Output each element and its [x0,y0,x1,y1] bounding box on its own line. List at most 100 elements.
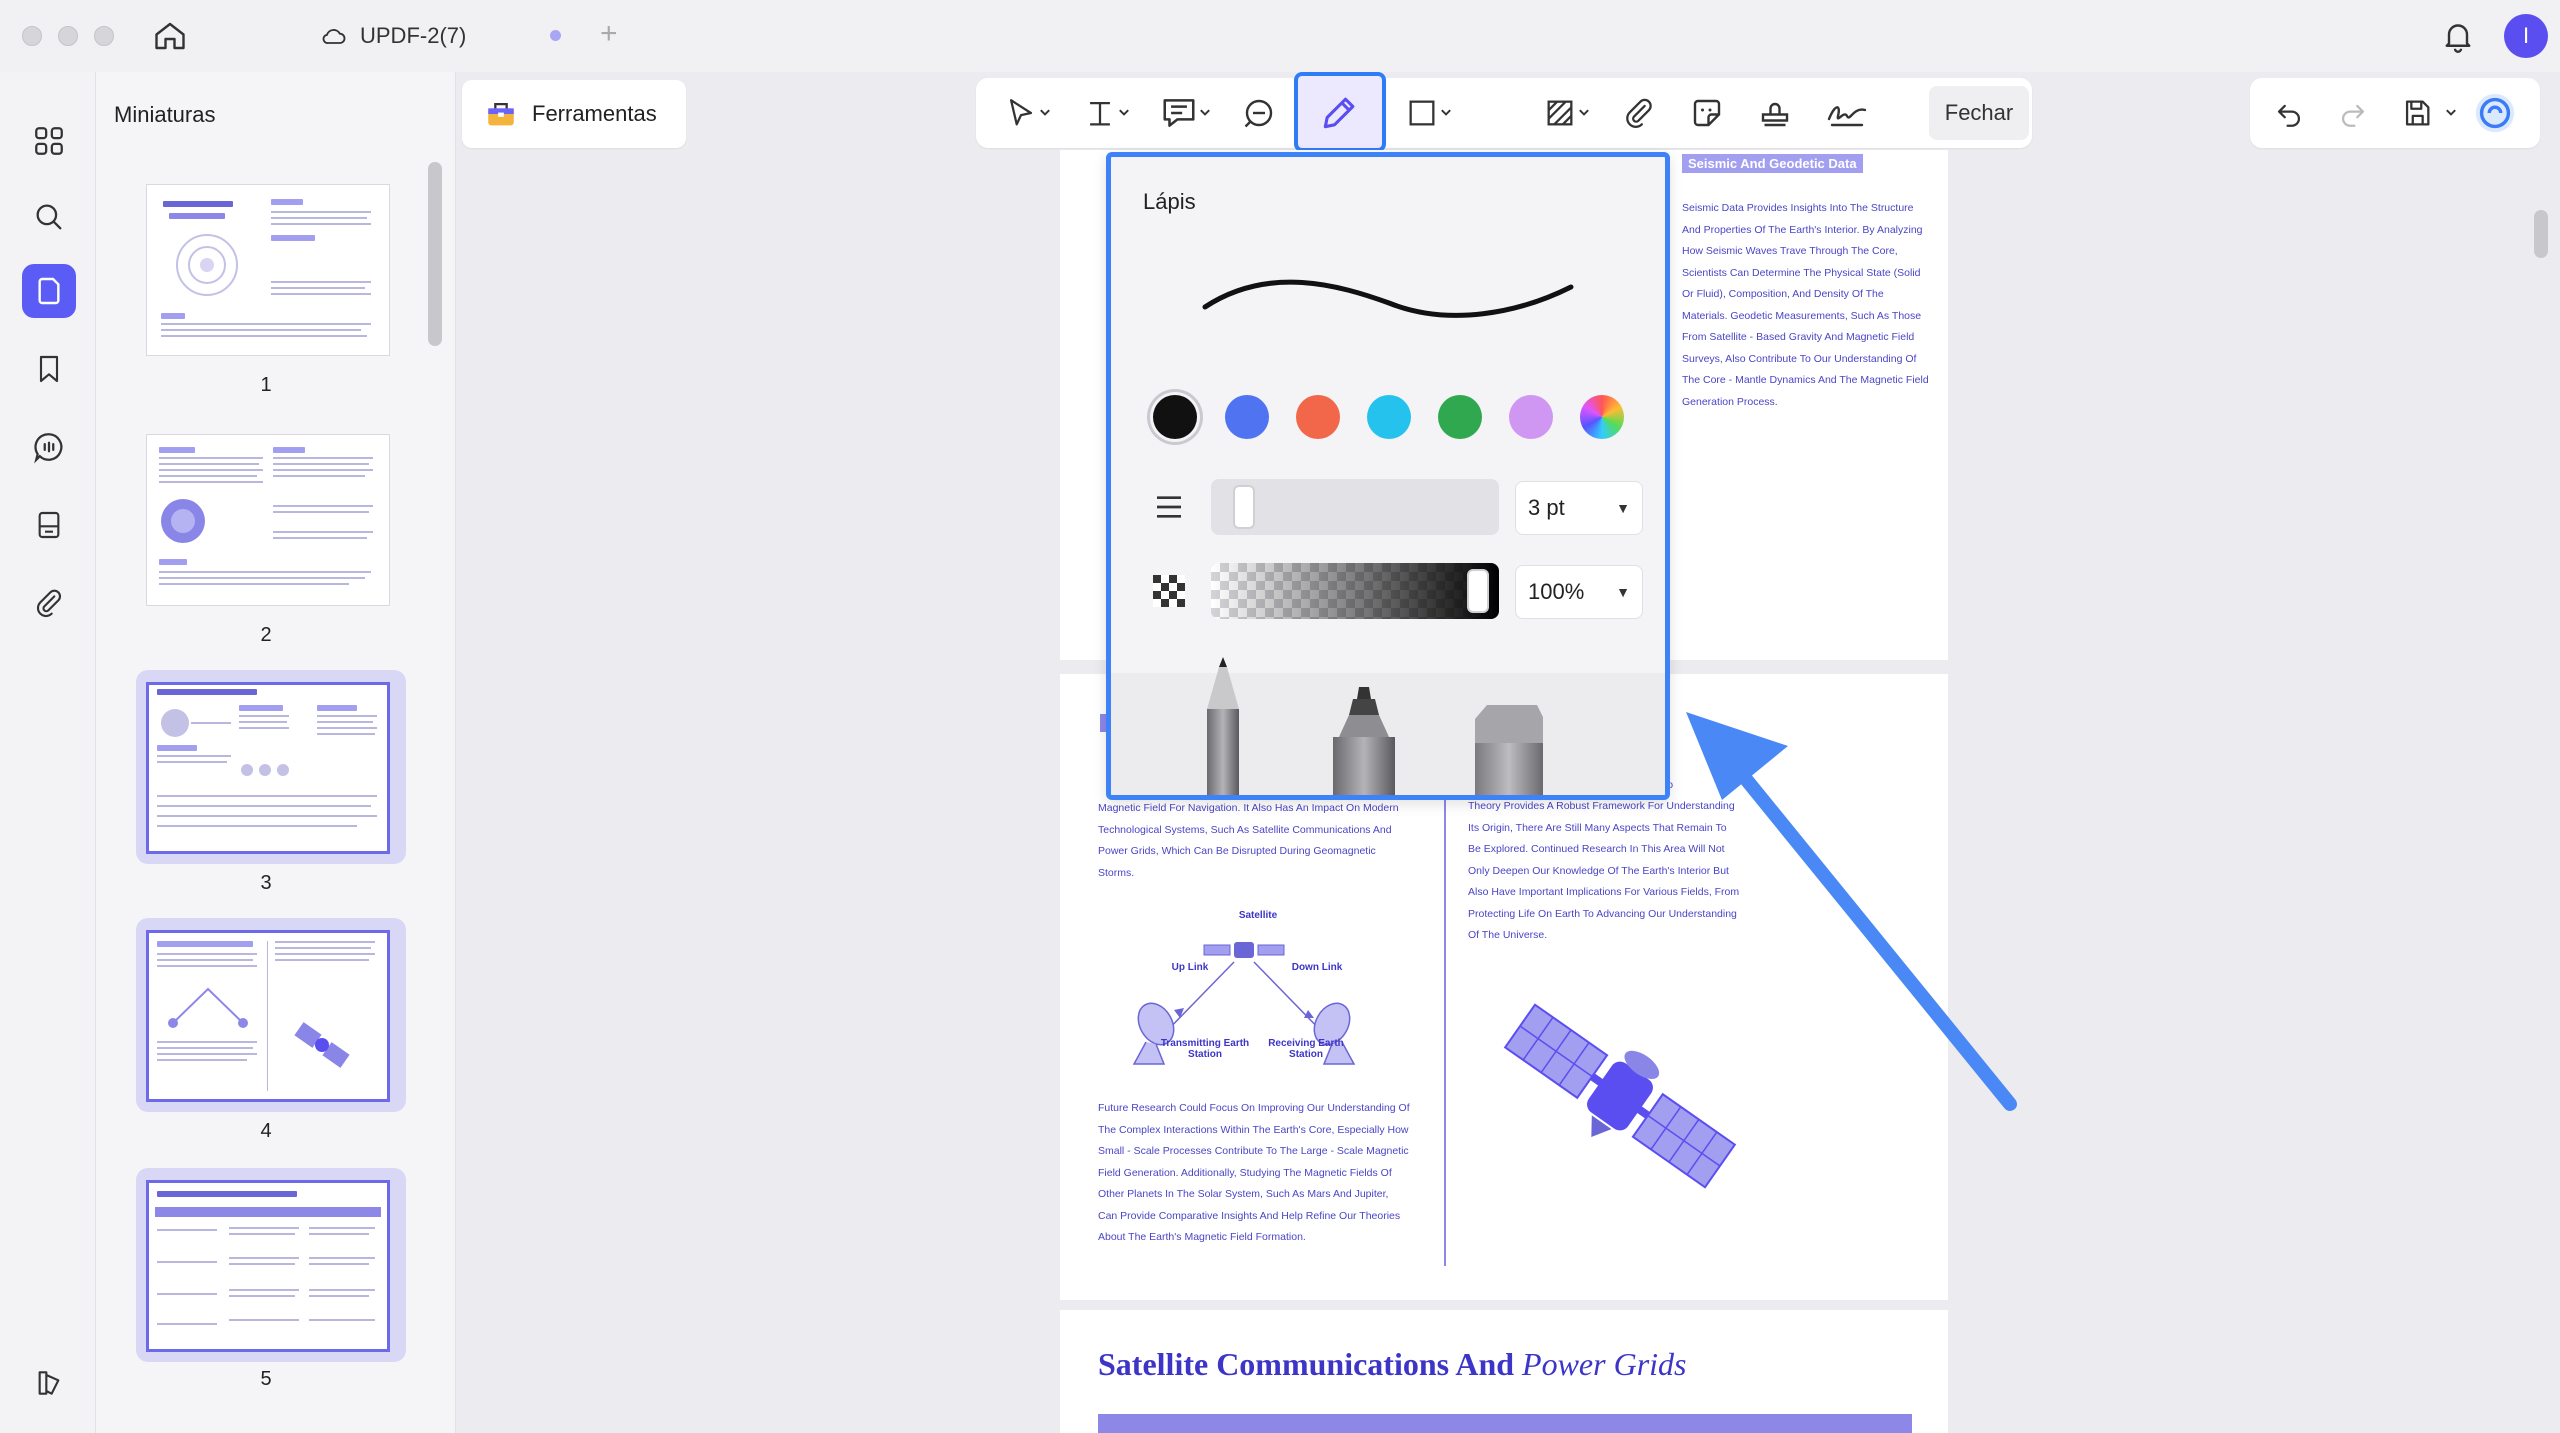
thumbnail-dots [241,764,289,776]
thumbnail-number: 3 [260,872,272,894]
pencil-icon [1323,97,1355,129]
fechar-button[interactable]: Fechar [1929,86,2029,140]
document-tab[interactable]: UPDF-2(7) [320,18,466,54]
opacity-select[interactable]: 100% ▼ [1515,565,1643,619]
ferramentas-button[interactable]: Ferramentas [462,80,686,148]
attach-tool[interactable] [1612,90,1666,136]
thumbnails-panel: Miniaturas 1 2 3 4 5 [96,72,456,1433]
thumbnail-figure [161,709,231,737]
color-swatch-purple[interactable] [1509,395,1553,439]
page5-heading-bold: Satellite Communications And [1098,1346,1515,1382]
rail-forms-button[interactable] [22,498,76,552]
canvas-scrollbar[interactable] [2534,210,2548,258]
window-zoom-button[interactable] [94,26,114,46]
thickness-select[interactable]: 3 pt ▼ [1515,481,1643,535]
text-icon [1090,101,1110,126]
cloud-icon [322,29,346,44]
signature-tool[interactable] [1816,90,1878,136]
color-swatch-cyan[interactable] [1367,395,1411,439]
chevron-down-icon [1200,109,1210,116]
downlink-caption: Down Link [1291,962,1343,973]
thumbnail-image [146,184,390,356]
transmitting-caption: Transmitting Earth Station [1160,1038,1250,1060]
rail-thumbnails-button[interactable] [22,264,76,318]
thumbnail-page-2[interactable] [136,422,406,616]
opacity-icon [1153,575,1185,607]
avatar-initial: I [2522,23,2530,48]
chevron-down-icon [1441,109,1451,116]
toolbox-icon [488,102,514,126]
shape-tool[interactable] [1396,90,1462,136]
color-swatch-orange[interactable] [1296,395,1340,439]
rail-attachments-button[interactable] [22,576,76,630]
pencil-tool[interactable] [1294,72,1386,152]
hatch-tool[interactable] [1532,90,1602,136]
color-swatch-black[interactable] [1153,395,1197,439]
thickness-slider[interactable] [1211,479,1499,535]
opacity-slider-thumb[interactable] [1467,569,1489,613]
thumbnail-number: 4 [260,1120,272,1142]
satellite-caption: Satellite [1238,910,1278,921]
thumbnail-number: 2 [260,624,272,646]
receiving-caption: Receiving Earth Station [1268,1038,1344,1060]
comment-icon [34,433,63,464]
select-tool[interactable] [996,90,1060,136]
thumbnail-page-4[interactable] [136,918,406,1112]
callout-icon [1244,99,1273,128]
popup-title: Lápis [1143,189,1196,214]
stroke-preview [1202,279,1574,318]
redo-icon[interactable] [2336,96,2370,130]
page5-heading-italic: Power Grids [1522,1346,1687,1382]
thumbnails-title: Miniaturas [114,102,216,127]
rail-comments-button[interactable] [22,420,76,474]
rail-bookmarks-button[interactable] [22,342,76,396]
thumbnail-number: 5 [260,1368,272,1390]
seismic-paragraph: Seismic Data Provides Insights Into The … [1682,202,1929,408]
sticker-icon [1693,99,1721,127]
title-bar: UPDF-2(7) + I [0,0,2560,72]
marker-pen-icon[interactable] [1329,685,1399,800]
avatar[interactable]: I [2504,14,2548,58]
rail-search-button[interactable] [22,190,76,244]
ai-assistant-icon[interactable] [2472,90,2518,136]
thumbnail-image [146,682,390,854]
text-tool[interactable] [1072,90,1142,136]
eraser-icon[interactable] [1471,703,1551,800]
bell-icon[interactable] [2440,18,2476,54]
history-toolbar [2250,78,2540,148]
column-divider [1444,766,1446,1266]
rail-apps-button[interactable] [22,114,76,168]
paperclip-icon [1626,98,1652,128]
undo-icon[interactable] [2272,96,2306,130]
thumbnail-image [146,434,390,606]
save-icon[interactable] [2400,96,2434,130]
rail-bottom-button[interactable] [22,1356,76,1410]
window-close-button[interactable] [22,26,42,46]
window-minimize-button[interactable] [58,26,78,46]
color-swatch-blue[interactable] [1225,395,1269,439]
thickness-slider-thumb[interactable] [1233,485,1255,529]
color-swatch-green[interactable] [1438,395,1482,439]
thumbnail-page-1[interactable] [136,172,406,366]
left-rail [0,72,96,1433]
thumbnail-page-3[interactable] [136,670,406,864]
pencil-pen-icon[interactable] [1195,653,1251,800]
chevron-down-icon [1119,109,1129,116]
color-swatch-custom[interactable] [1580,395,1624,439]
sticker-tool[interactable] [1680,90,1734,136]
chevron-down-icon [1579,109,1589,116]
stamp-tool[interactable] [1748,90,1802,136]
thumbnail-page-5[interactable] [136,1168,406,1362]
thumbnail-figure [176,234,238,296]
pencil-properties-popup: Lápis 3 pt ▼ 100% ▼ [1106,152,1670,800]
callout-tool[interactable] [1232,90,1286,136]
new-tab-button[interactable]: + [600,17,618,51]
hatch-icon [1547,100,1573,126]
home-icon[interactable] [152,18,188,54]
opacity-slider[interactable] [1211,563,1499,619]
thumbnails-scrollbar[interactable] [428,162,442,346]
annotation-toolbar: Fechar [976,72,2032,152]
comment-tool[interactable] [1150,90,1222,136]
chevron-down-icon[interactable] [2444,106,2458,120]
comment-box-icon [1163,99,1195,127]
